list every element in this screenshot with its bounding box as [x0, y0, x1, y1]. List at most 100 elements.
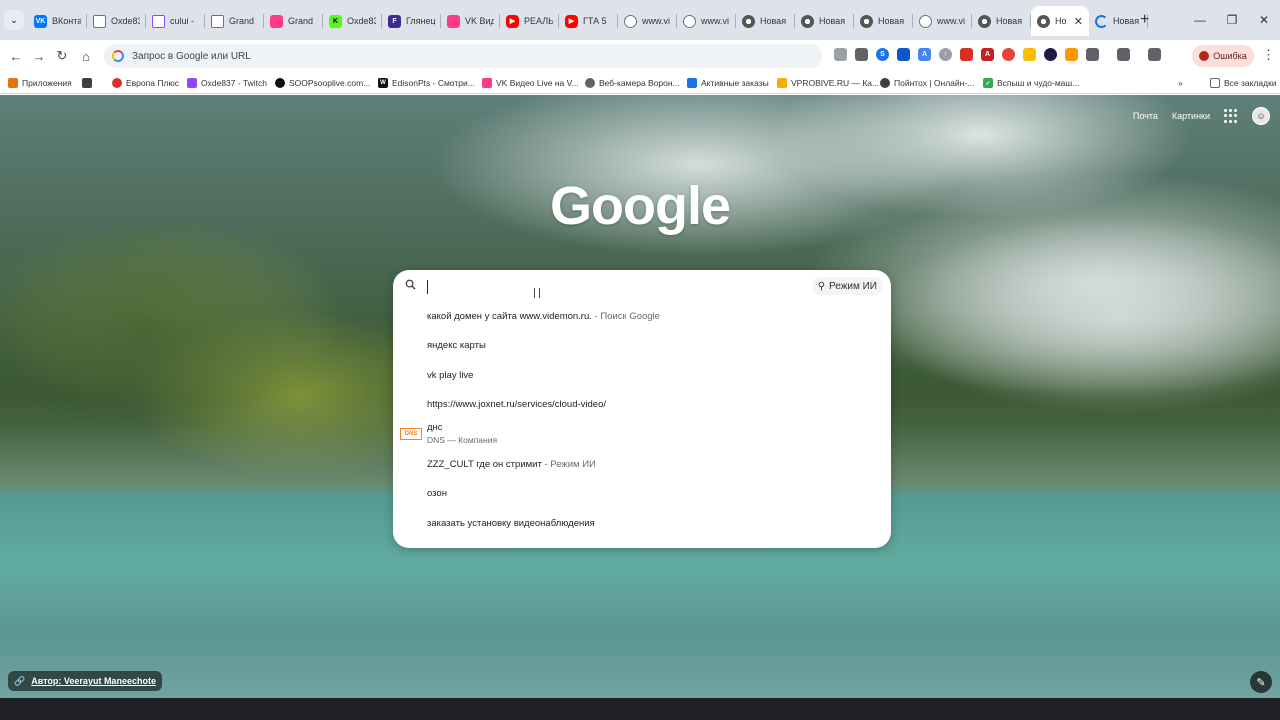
suggestion-item[interactable]: vk play live: [393, 361, 891, 389]
google-logo: Google: [550, 176, 731, 236]
tab[interactable]: Новая: [972, 6, 1031, 36]
bookmark-item[interactable]: VPROBIVE.RU — Ка...: [777, 76, 879, 90]
tab[interactable]: Grand: [264, 6, 323, 36]
mouse-cursor: [534, 288, 540, 298]
picture-icon[interactable]: [897, 48, 910, 61]
tab[interactable]: VK Вид: [441, 6, 500, 36]
tab[interactable]: K Oxde83: [323, 6, 382, 36]
tab[interactable]: cului -: [146, 6, 205, 36]
pdf-icon[interactable]: A: [981, 48, 994, 61]
vk-video-icon: [270, 14, 283, 28]
tab[interactable]: Grand: [205, 6, 264, 36]
close-window-button[interactable]: ✕: [1248, 0, 1280, 40]
soop-icon: [275, 78, 285, 88]
tab[interactable]: www.vi: [677, 6, 736, 36]
forward-button[interactable]: →: [29, 46, 49, 66]
tab-search-button[interactable]: ⌄: [4, 10, 24, 30]
bookmark-item[interactable]: W EdisonPts - Смотри...: [378, 76, 475, 90]
account-avatar[interactable]: ☺: [1252, 107, 1270, 125]
tab[interactable]: VK ВКонта: [28, 6, 87, 36]
search-icon: [405, 279, 416, 290]
mail-link[interactable]: Почта: [1133, 111, 1158, 121]
bookmark-item[interactable]: SOOPsooplive.com...: [275, 76, 370, 90]
text-caret: [427, 280, 428, 294]
home-button[interactable]: ⌂: [76, 46, 96, 66]
reading-list-icon[interactable]: [1148, 48, 1161, 61]
address-bar-placeholder: Запрос в Google или URL: [132, 50, 251, 62]
tab[interactable]: www.vi: [618, 6, 677, 36]
suggestion-sub: DNS — Компания: [427, 434, 498, 445]
video-icon[interactable]: [960, 48, 973, 61]
bookmark-item[interactable]: Oxde837 - Twitch: [187, 76, 267, 90]
downloads-icon[interactable]: [1117, 48, 1130, 61]
author-link[interactable]: Автор: Veerayut Maneechote: [31, 676, 156, 686]
tab[interactable]: Новая: [854, 6, 913, 36]
customize-pencil-icon[interactable]: ✎: [1250, 671, 1272, 693]
ai-mode-label: Режим ИИ: [829, 280, 877, 292]
bookmark-item[interactable]: Приложения: [8, 76, 72, 90]
suggestion-item[interactable]: яндекс карты: [393, 331, 891, 359]
planet-icon[interactable]: [1044, 48, 1057, 61]
bookmark-item[interactable]: [82, 76, 92, 90]
minimize-button[interactable]: —: [1184, 0, 1216, 40]
tab[interactable]: Новая: [795, 6, 854, 36]
ai-mode-button[interactable]: ⚲ Режим ИИ: [811, 277, 883, 295]
bookmark-item[interactable]: Европа Плюс: [112, 76, 179, 90]
tab[interactable]: ▶ РЕАЛЬ: [500, 6, 559, 36]
new-tab-button[interactable]: +: [1140, 12, 1149, 28]
record-icon[interactable]: [1002, 48, 1015, 61]
tab[interactable]: Oxde83: [87, 6, 146, 36]
dns-logo: DNS: [400, 428, 422, 440]
address-bar[interactable]: Запрос в Google или URL: [104, 44, 822, 68]
tab[interactable]: F Глянец: [382, 6, 441, 36]
profile-error-pill[interactable]: Ошибка: [1192, 45, 1254, 67]
vk-icon: VK: [34, 14, 47, 28]
ai-search-icon: ⚲: [817, 280, 826, 292]
suggestion-text: какой домен у сайта www.videmon.ru.: [427, 310, 592, 322]
shield-icon[interactable]: [834, 48, 847, 61]
more-bookmarks-icon[interactable]: »: [1178, 76, 1183, 90]
shield-orange-icon[interactable]: [1065, 48, 1078, 61]
background-author[interactable]: 🔗 Автор: Veerayut Maneechote: [8, 671, 162, 691]
bookmark-item[interactable]: ✓ Вспыш и чудо-маш...: [983, 76, 1079, 90]
bookmark-item[interactable]: Все закладки: [1210, 76, 1277, 90]
restore-button[interactable]: ❐: [1216, 0, 1248, 40]
suggestion-text: днс: [427, 421, 443, 433]
note-icon[interactable]: [1023, 48, 1036, 61]
bookmark-item[interactable]: Пойнтох | Онлайн-...: [880, 76, 974, 90]
upload-icon[interactable]: ↑: [939, 48, 952, 61]
suggestion-item[interactable]: озон: [393, 479, 891, 507]
suggestion-item[interactable]: ZZZ_CULT где он стримит - Режим ИИ: [393, 450, 891, 478]
chrome-icon: [742, 14, 755, 28]
globe-icon: [683, 14, 696, 28]
globe-icon: [624, 14, 637, 28]
menu-icon[interactable]: ⋮: [1262, 47, 1275, 63]
screen-icon[interactable]: [855, 48, 868, 61]
twitch-icon: [93, 14, 106, 28]
background-fog: [880, 215, 1280, 415]
tab-active[interactable]: Но ✕: [1031, 6, 1089, 36]
twitch-icon: [152, 14, 165, 28]
tab[interactable]: Новая: [736, 6, 795, 36]
google-apps-icon[interactable]: [1224, 109, 1238, 123]
tab[interactable]: ▶ ГТА 5: [559, 6, 618, 36]
window-controls: — ❐ ✕: [1184, 0, 1280, 40]
bookmark-item[interactable]: VK Видео Live на V...: [482, 76, 579, 90]
suggestion-item[interactable]: https://www.joxnet.ru/services/cloud-vid…: [393, 390, 891, 418]
suggestion-sub: - Поиск Google: [591, 310, 660, 322]
translate-icon[interactable]: A: [918, 48, 931, 61]
search-input[interactable]: [429, 276, 789, 296]
suggestion-item[interactable]: какой домен у сайта www.videmon.ru. - По…: [393, 302, 891, 330]
suggestion-item[interactable]: DNS днс DNS — Компания: [393, 418, 891, 450]
reload-button[interactable]: ↻: [52, 46, 72, 66]
s-extension-icon[interactable]: S: [876, 48, 889, 61]
images-link[interactable]: Картинки: [1172, 111, 1210, 121]
tab[interactable]: www.vi: [913, 6, 972, 36]
puzzle-icon[interactable]: [1086, 48, 1099, 61]
error-label: Ошибка: [1213, 51, 1247, 61]
close-tab-icon[interactable]: ✕: [1074, 15, 1083, 28]
bookmark-item[interactable]: Активные заказы: [687, 76, 769, 90]
bookmark-item[interactable]: Веб-камера Ворон...: [585, 76, 680, 90]
back-button[interactable]: ←: [6, 46, 26, 66]
suggestion-item[interactable]: заказать установку видеонаблюдения: [393, 509, 891, 537]
